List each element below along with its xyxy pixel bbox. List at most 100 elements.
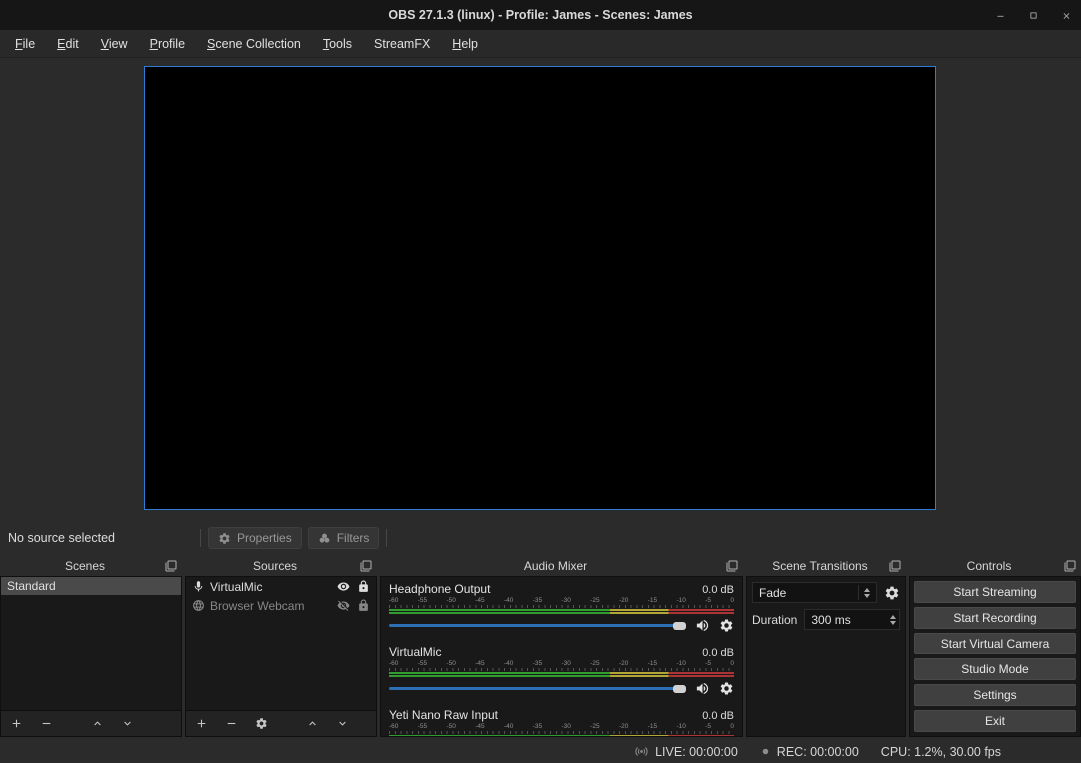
preview-canvas[interactable] (144, 66, 936, 510)
scene-item-standard[interactable]: Standard (1, 577, 181, 595)
controls-list: Start Streaming Start Recording Start Virt… (909, 576, 1081, 737)
transitions-dock-body: Fade Duration 300 ms (746, 576, 906, 737)
channel-volume-db: 0.0 dB (702, 647, 734, 659)
transition-properties-gear-icon[interactable] (884, 585, 900, 601)
remove-scene-icon[interactable] (40, 717, 53, 730)
menu-view[interactable]: View (90, 32, 139, 56)
properties-button[interactable]: Properties (208, 527, 302, 549)
rec-time: REC: 00:00:00 (777, 745, 859, 759)
obs-window: OBS 27.1.3 (linux) - Profile: James - Sc… (0, 0, 1081, 763)
close-button[interactable] (1059, 8, 1073, 22)
eye-icon[interactable] (337, 580, 350, 593)
channel-gear-icon[interactable] (719, 618, 734, 633)
mixer-channel-virtualmic: VirtualMic 0.0 dB-60-55-50-45-40-35-30-25… (381, 640, 742, 703)
scenes-dock-body: Standard (0, 576, 182, 737)
globe-icon (192, 599, 205, 612)
popout-icon[interactable] (360, 560, 372, 572)
move-source-down-icon[interactable] (336, 717, 349, 730)
speaker-icon[interactable] (695, 681, 710, 696)
popout-icon[interactable] (1064, 560, 1076, 572)
transition-duration-row: Duration 300 ms (752, 609, 900, 630)
volume-meter (389, 672, 734, 677)
source-item-browser-webcam[interactable]: Browser Webcam (186, 596, 376, 615)
filters-button[interactable]: Filters (308, 527, 380, 549)
move-scene-up-icon[interactable] (91, 717, 104, 730)
meter-ticks (389, 731, 734, 734)
broadcast-icon (634, 744, 649, 759)
sources-dock: Sources VirtualMicBrowser Webcam (185, 556, 377, 737)
live-time: LIVE: 00:00:00 (655, 745, 738, 759)
duration-label: Duration (752, 613, 797, 627)
sources-list: VirtualMicBrowser Webcam (186, 577, 376, 710)
source-toolbar: No source selected Properties Filters (0, 523, 1081, 553)
volume-slider[interactable] (389, 624, 686, 627)
lock-icon[interactable] (357, 580, 370, 593)
start-virtual-camera-button[interactable]: Start Virtual Camera (914, 633, 1076, 655)
exit-button[interactable]: Exit (914, 710, 1076, 732)
spin-up-icon (864, 588, 870, 592)
source-item-virtualmic[interactable]: VirtualMic (186, 577, 376, 596)
meter-ticks (389, 605, 734, 608)
popout-icon[interactable] (726, 560, 738, 572)
volume-meter (389, 735, 734, 737)
add-source-icon[interactable] (195, 717, 208, 730)
controls-dock-title: Controls (914, 559, 1064, 573)
menu-profile[interactable]: Profile (139, 32, 196, 56)
eye-slash-icon[interactable] (337, 599, 350, 612)
toolbar-separator (386, 529, 387, 547)
channel-gear-icon[interactable] (719, 681, 734, 696)
spin-down-icon[interactable] (890, 621, 896, 625)
duration-spinner (890, 615, 896, 625)
controls-dock: Controls Start StreamingStart RecordingS… (909, 556, 1081, 737)
preview-area (0, 58, 1081, 523)
remove-source-icon[interactable] (225, 717, 238, 730)
speaker-icon[interactable] (695, 618, 710, 633)
menu-file[interactable]: File (4, 32, 46, 56)
move-source-up-icon[interactable] (306, 717, 319, 730)
studio-mode-button[interactable]: Studio Mode (914, 658, 1076, 680)
spin-up-icon[interactable] (890, 615, 896, 619)
popout-icon[interactable] (165, 560, 177, 572)
menu-tools[interactable]: Tools (312, 32, 363, 56)
settings-button[interactable]: Settings (914, 684, 1076, 706)
menu-scene-collection[interactable]: Scene Collection (196, 32, 312, 56)
channel-name: VirtualMic (389, 645, 441, 659)
move-scene-down-icon[interactable] (121, 717, 134, 730)
popout-icon[interactable] (889, 560, 901, 572)
volume-slider-handle[interactable] (673, 622, 686, 630)
channel-name: Headphone Output (389, 582, 490, 596)
channel-name: Yeti Nano Raw Input (389, 708, 498, 722)
scenes-dock-header: Scenes (0, 556, 182, 576)
minimize-button[interactable] (993, 8, 1007, 22)
channel-volume-db: 0.0 dB (702, 584, 734, 596)
volume-slider[interactable] (389, 687, 686, 690)
sources-dock-header: Sources (185, 556, 377, 576)
start-recording-button[interactable]: Start Recording (914, 607, 1076, 629)
docks-area: Scenes Standard Sources VirtualM (0, 556, 1081, 737)
source-properties-gear-icon[interactable] (255, 717, 268, 730)
mixer-channel-yeti-nano-raw-input: Yeti Nano Raw Input0.0 dB-60-55-50-45-40… (381, 703, 742, 737)
record-dot-icon (760, 746, 771, 757)
scene-transitions-dock: Scene Transitions Fade Duration (746, 556, 906, 737)
transitions-dock-title: Scene Transitions (751, 559, 889, 573)
add-scene-icon[interactable] (10, 717, 23, 730)
volume-slider-handle[interactable] (673, 685, 686, 693)
sources-dock-title: Sources (190, 559, 360, 573)
source-status-text: No source selected (0, 531, 196, 545)
cpu-fps-stats: CPU: 1.2%, 30.00 fps (881, 745, 1001, 759)
duration-spinbox[interactable]: 300 ms (804, 609, 900, 630)
menu-edit[interactable]: Edit (46, 32, 90, 56)
maximize-button[interactable] (1026, 8, 1040, 22)
transition-select[interactable]: Fade (752, 582, 877, 603)
lock-icon[interactable] (357, 599, 370, 612)
sources-dock-body: VirtualMicBrowser Webcam (185, 576, 377, 737)
menu-help[interactable]: Help (441, 32, 489, 56)
audio-mixer-header: Audio Mixer (380, 556, 743, 576)
start-streaming-button[interactable]: Start Streaming (914, 581, 1076, 603)
meter-ticks (389, 668, 734, 671)
toolbar-separator (200, 529, 201, 547)
meter-scale: -60-55-50-45-40-35-30-25-20-15-10-50 (389, 660, 734, 667)
channel-volume-db: 0.0 dB (702, 710, 734, 722)
menu-streamfx[interactable]: StreamFX (363, 32, 441, 56)
controls-dock-header: Controls (909, 556, 1081, 576)
